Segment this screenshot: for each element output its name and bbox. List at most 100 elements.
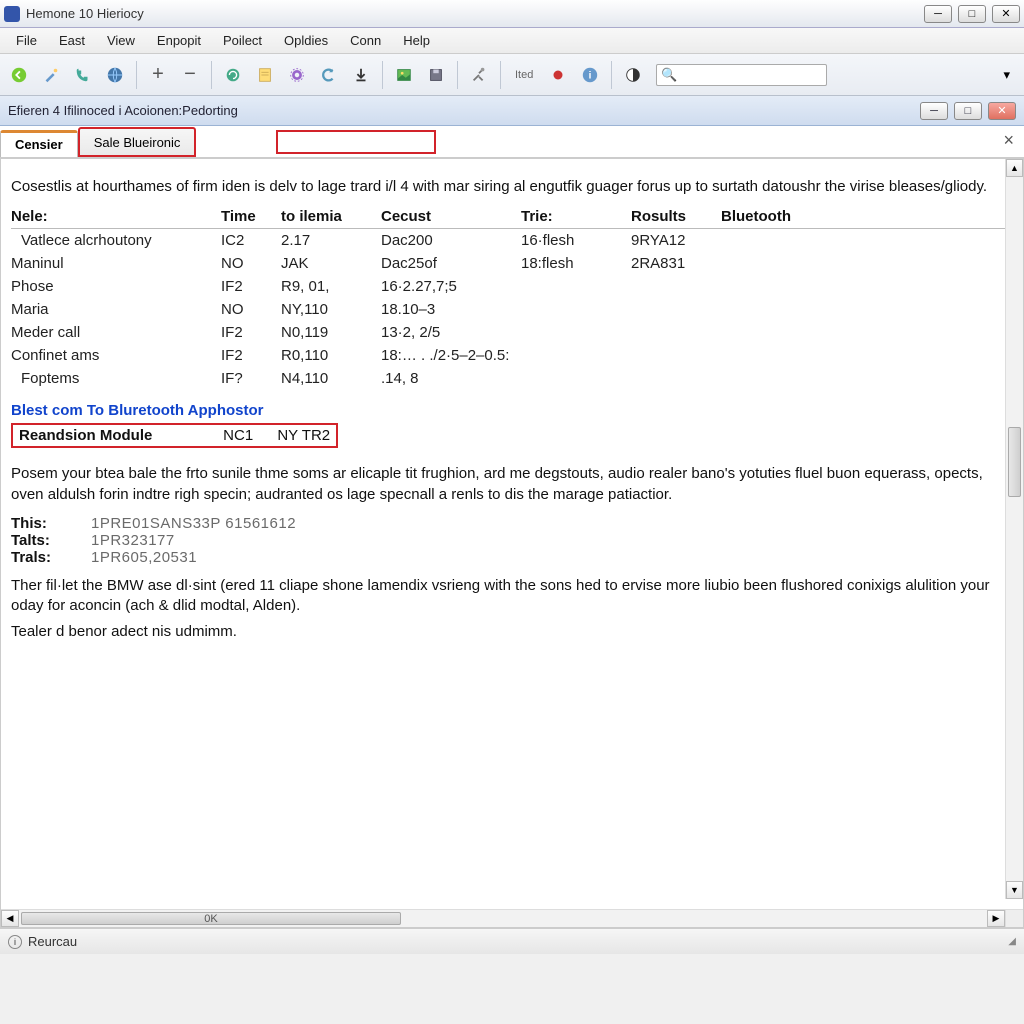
sub-maximize-button[interactable]: □ — [954, 102, 982, 120]
gear-icon[interactable] — [284, 62, 310, 88]
table-cell: 9RYA12 — [631, 229, 721, 253]
header-rosults: Rosults — [631, 205, 721, 229]
kv-row: Trals:1PR605,20531 — [11, 549, 1005, 566]
close-button[interactable]: ✕ — [992, 5, 1020, 23]
kv-key: Talts: — [11, 532, 91, 549]
status-right: ◢ — [1008, 936, 1016, 947]
hscroll-thumb[interactable]: 0K — [21, 912, 401, 925]
table-cell: 18:… . ./2·5–2–0.5: — [381, 344, 521, 367]
tab-sale-blueironic[interactable]: Sale Blueironic — [78, 127, 197, 157]
scroll-right-icon[interactable]: ▶ — [987, 910, 1005, 927]
minus-icon[interactable]: − — [177, 62, 203, 88]
scroll-up-icon[interactable]: ▲ — [1006, 159, 1023, 177]
menu-view[interactable]: View — [97, 30, 145, 51]
record-icon[interactable] — [545, 62, 571, 88]
table-row: Meder callIF2N0,11913·2, 2/5 — [11, 321, 1005, 344]
resize-grip-icon[interactable]: ◢ — [1008, 936, 1016, 947]
search-input[interactable] — [682, 68, 822, 82]
table-cell: IC2 — [221, 229, 281, 253]
menu-conn[interactable]: Conn — [340, 30, 391, 51]
table-cell: Maria — [11, 298, 221, 321]
separator — [457, 61, 458, 89]
download-icon[interactable] — [348, 62, 374, 88]
module-row-highlight: Reandsion Module NC1 NY TR2 — [11, 423, 338, 448]
maximize-button[interactable]: □ — [958, 5, 986, 23]
content-area: Cosestlis at hourthames of firm iden is … — [0, 158, 1024, 928]
kv-row: Talts:1PR323177 — [11, 532, 1005, 549]
table-cell: IF2 — [221, 275, 281, 298]
table-cell: NO — [221, 298, 281, 321]
note-icon[interactable] — [252, 62, 278, 88]
table-cell: 2.17 — [281, 229, 381, 253]
table-cell — [631, 344, 721, 367]
info-icon[interactable]: i — [577, 62, 603, 88]
table-cell: Maninul — [11, 252, 221, 275]
scroll-down-icon[interactable]: ▼ — [1006, 881, 1023, 899]
scroll-track[interactable] — [1006, 177, 1023, 881]
search-icon: 🔍 — [661, 67, 677, 83]
menu-enpopit[interactable]: Enpopit — [147, 30, 211, 51]
globe-icon[interactable] — [102, 62, 128, 88]
disk-icon[interactable] — [423, 62, 449, 88]
table-cell — [631, 367, 721, 390]
table-row: Vatlece alcrhoutonyIC22.17Dac20016·flesh… — [11, 229, 1005, 253]
refresh-globe-icon[interactable] — [220, 62, 246, 88]
minimize-button[interactable]: ─ — [924, 5, 952, 23]
sub-close-button[interactable]: ✕ — [988, 102, 1016, 120]
sub-minimize-button[interactable]: ─ — [920, 102, 948, 120]
scroll-left-icon[interactable]: ◀ — [1, 910, 19, 927]
separator — [136, 61, 137, 89]
kv-key: Trals: — [11, 549, 91, 566]
header-trie: Trie: — [521, 205, 631, 229]
kv-val: 1PR323177 — [91, 532, 175, 549]
toolbar-dropdown-icon[interactable]: ▾ — [995, 63, 1018, 87]
tab-close-icon[interactable]: × — [1003, 130, 1014, 157]
ited-button[interactable]: Ited — [509, 62, 539, 88]
picture-icon[interactable] — [391, 62, 417, 88]
paragraph-2: Posem your btea bale the frto sunile thm… — [11, 464, 1005, 505]
phone-icon[interactable] — [70, 62, 96, 88]
key-value-block: This:1PRE01SANS33P 61561612 Talts:1PR323… — [11, 515, 1005, 566]
menu-help[interactable]: Help — [393, 30, 440, 51]
menu-file[interactable]: File — [6, 30, 47, 51]
table-cell — [721, 321, 1005, 344]
table-cell: IF? — [221, 367, 281, 390]
undo-icon[interactable] — [316, 62, 342, 88]
table-cell — [521, 298, 631, 321]
section-link[interactable]: Blest com To Bluretooth Apphostor — [11, 402, 1005, 419]
table-row: PhoseIF2R9, 01,16·2.27,7;5 — [11, 275, 1005, 298]
menu-east[interactable]: East — [49, 30, 95, 51]
header-cecust: Cecust — [381, 205, 521, 229]
table-cell: NO — [221, 252, 281, 275]
back-icon[interactable] — [6, 62, 32, 88]
plus-icon[interactable]: + — [145, 62, 171, 88]
contrast-icon[interactable] — [620, 62, 646, 88]
table-cell: R9, 01, — [281, 275, 381, 298]
vertical-scrollbar[interactable]: ▲ ▼ — [1005, 159, 1023, 899]
menu-poilect[interactable]: Poilect — [213, 30, 272, 51]
table-cell: 18.10–3 — [381, 298, 521, 321]
horizontal-scrollbar[interactable]: ◀ 0K ▶ — [1, 909, 1005, 927]
data-table: Nele: Time to ilemia Cecust Trie: Rosult… — [11, 205, 1005, 390]
tools-icon[interactable] — [466, 62, 492, 88]
hscroll-track[interactable]: 0K — [19, 910, 987, 927]
highlight-box — [276, 130, 436, 154]
window-title: Hemone 10 Hieriocy — [26, 6, 924, 21]
table-cell — [631, 298, 721, 321]
separator — [382, 61, 383, 89]
wizard-icon[interactable] — [38, 62, 64, 88]
search-box[interactable]: 🔍 — [656, 64, 826, 86]
table-cell — [721, 367, 1005, 390]
paragraph-3: Ther fil·let the BMW ase dl·sint (ered 1… — [11, 576, 1005, 617]
table-cell: Phose — [11, 275, 221, 298]
separator — [211, 61, 212, 89]
status-text: Reurcau — [28, 934, 77, 949]
menu-opldies[interactable]: Opldies — [274, 30, 338, 51]
svg-text:i: i — [589, 70, 592, 81]
table-cell — [721, 344, 1005, 367]
scroll-thumb[interactable] — [1008, 427, 1021, 497]
titlebar: Hemone 10 Hieriocy ─ □ ✕ — [0, 0, 1024, 28]
tab-censier[interactable]: Censier — [0, 130, 78, 157]
sub-window-header: Efieren 4 Ifilinoced i Acoionen:Pedortin… — [0, 96, 1024, 126]
header-ilemia: to ilemia — [281, 205, 381, 229]
